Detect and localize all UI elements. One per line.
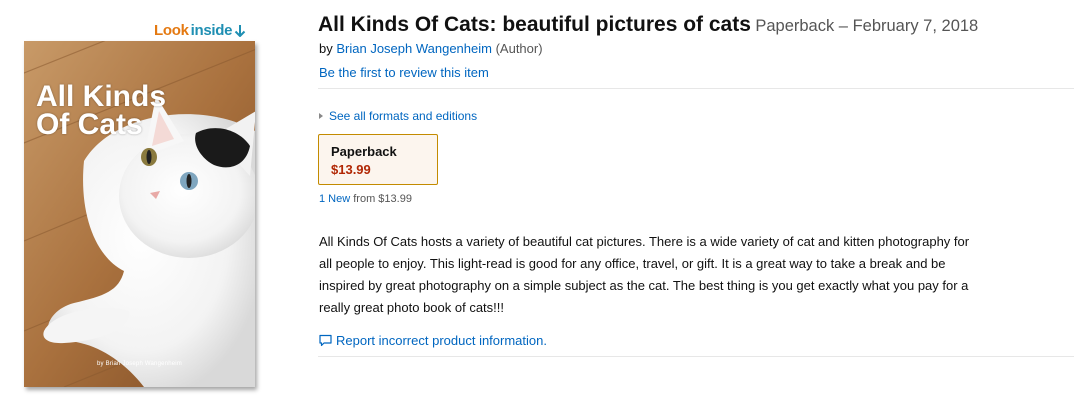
byline: by Brian Joseph Wangenheim (Author) (319, 41, 543, 56)
look-inside-link[interactable]: Look inside (154, 22, 246, 39)
down-arrow-icon (234, 23, 246, 39)
product-title-row: All Kinds Of Cats: beautiful pictures of… (318, 13, 978, 37)
see-all-formats-label: See all formats and editions (329, 109, 478, 123)
new-offers-link[interactable]: 1 New (319, 193, 350, 205)
divider-bottom (318, 356, 1074, 357)
look-inside-look-text: Look (154, 22, 189, 39)
format-and-date: Paperback – February 7, 2018 (755, 17, 979, 35)
format-name: Paperback (331, 144, 397, 159)
byline-prefix: by (319, 41, 333, 56)
product-description: All Kinds Of Cats hosts a variety of bea… (319, 234, 970, 315)
offers-line: 1 New from $13.99 (319, 193, 412, 205)
report-incorrect-info-link[interactable]: Report incorrect product information. (319, 333, 547, 348)
feedback-bubble-icon (319, 334, 332, 347)
report-label: Report incorrect product information. (336, 333, 547, 348)
offers-from-price: from $13.99 (353, 193, 412, 205)
look-inside-inside-text: inside (190, 22, 233, 39)
caret-right-icon (319, 113, 323, 119)
author-role: (Author) (495, 41, 543, 56)
author-link[interactable]: Brian Joseph Wangenheim (336, 41, 492, 56)
format-price: $13.99 (331, 162, 371, 177)
see-all-formats-link[interactable]: See all formats and editions (319, 109, 477, 123)
format-option-paperback[interactable]: Paperback $13.99 (318, 134, 438, 185)
product-title: All Kinds Of Cats: beautiful pictures of… (318, 13, 751, 36)
first-review-link[interactable]: Be the first to review this item (319, 65, 489, 80)
cover-title-text: All Kinds Of Cats (36, 80, 167, 141)
cover-author-text: by Brian Joseph Wangenheim (96, 361, 183, 367)
divider-top (318, 88, 1074, 89)
book-cover-image[interactable]: All Kinds Of Cats by Brian Joseph Wangen… (24, 41, 255, 387)
